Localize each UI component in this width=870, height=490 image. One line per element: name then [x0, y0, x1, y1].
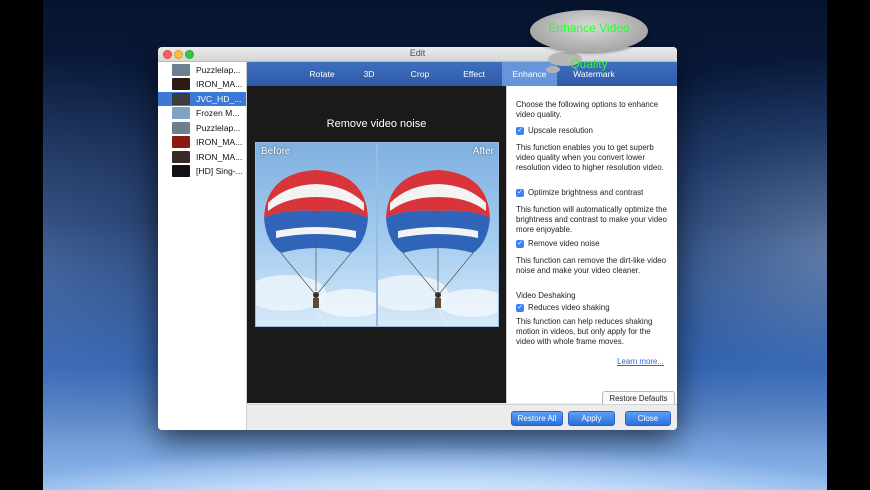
- preview-pane: Remove video noise Before After: [247, 86, 506, 403]
- video-thumbnail: [172, 78, 190, 91]
- callout-tail: [546, 66, 560, 73]
- deshake-label: Reduces video shaking: [528, 303, 610, 312]
- noise-label: Remove video noise: [528, 239, 600, 248]
- brightness-label: Optimize brightness and contrast: [528, 188, 644, 197]
- letterbox-left: [0, 0, 43, 490]
- video-thumbnail: [172, 165, 190, 178]
- video-thumbnail: [172, 63, 190, 76]
- upscale-description: This function enables you to get superb …: [516, 143, 664, 173]
- video-thumbnail: [172, 121, 190, 134]
- intro-text: Choose the following options to enhance …: [516, 100, 659, 120]
- file-item[interactable]: Frozen M...: [158, 106, 246, 121]
- tab-3d[interactable]: 3D: [349, 62, 389, 86]
- deshake-heading: Video Deshaking: [516, 291, 576, 300]
- tab-crop[interactable]: Crop: [395, 62, 445, 86]
- before-label: Before: [261, 146, 291, 157]
- file-name: Puzzlelap...: [196, 122, 241, 133]
- file-item[interactable]: IRON_MA...: [158, 77, 246, 92]
- enhance-callout: Enhance Video Quality: [530, 10, 648, 71]
- file-name: IRON_MA...: [196, 137, 243, 148]
- brightness-description: This function will automatically optimiz…: [516, 205, 667, 235]
- file-name: IRON_MA...: [196, 151, 243, 162]
- enhance-options-panel: Choose the following options to enhance …: [506, 86, 677, 406]
- noise-description: This function can remove the dirt-like v…: [516, 256, 666, 276]
- video-thumbnail: [172, 107, 190, 120]
- restore-all-button[interactable]: Restore All: [511, 411, 563, 426]
- deshake-description: This function can help reduces shaking m…: [516, 317, 653, 347]
- file-name: Puzzlelap...: [196, 64, 241, 75]
- edit-window: Edit Puzzlelap... IRON_MA... JVC_HD_... …: [158, 47, 677, 430]
- file-name: IRON_MA...: [196, 79, 243, 90]
- upscale-checkbox[interactable]: ✓: [516, 127, 524, 136]
- letterbox-right: [827, 0, 870, 490]
- noise-option[interactable]: ✓ Remove video noise: [516, 239, 670, 249]
- tab-rotate[interactable]: Rotate: [297, 62, 347, 86]
- file-name: [HD] Sing-...: [196, 166, 243, 177]
- file-item[interactable]: IRON_MA...: [158, 135, 246, 150]
- file-list: Puzzlelap... IRON_MA... JVC_HD_... Froze…: [158, 62, 247, 430]
- file-item[interactable]: [HD] Sing-...: [158, 164, 246, 179]
- deshake-option[interactable]: ✓ Reduces video shaking: [516, 303, 670, 313]
- after-label: After: [472, 146, 494, 157]
- noise-checkbox[interactable]: ✓: [516, 240, 524, 249]
- file-item[interactable]: Puzzlelap...: [158, 63, 246, 78]
- file-name: Frozen M...: [196, 108, 240, 119]
- after-preview: After: [377, 142, 499, 327]
- tab-effect[interactable]: Effect: [450, 62, 498, 86]
- preview-title: Remove video noise: [326, 118, 427, 130]
- file-item[interactable]: Puzzlelap...: [158, 121, 246, 136]
- close-button[interactable]: Close: [625, 411, 671, 426]
- file-name: JVC_HD_...: [196, 93, 242, 104]
- edit-tab-bar: Rotate 3D Crop Effect Enhance Watermark: [247, 62, 677, 86]
- apply-button[interactable]: Apply: [568, 411, 615, 426]
- video-thumbnail: [172, 92, 190, 105]
- bottom-bar: Restore All Apply Close: [247, 404, 677, 430]
- upscale-label: Upscale resolution: [528, 126, 593, 135]
- video-thumbnail: [172, 136, 190, 149]
- learn-more-link[interactable]: Learn more...: [617, 357, 664, 367]
- parasail-image: [256, 170, 376, 326]
- file-item[interactable]: IRON_MA...: [158, 150, 246, 165]
- brightness-checkbox[interactable]: ✓: [516, 189, 524, 198]
- before-preview: Before: [255, 142, 377, 327]
- video-thumbnail: [172, 150, 190, 163]
- parasail-image: [378, 170, 498, 326]
- brightness-option[interactable]: ✓ Optimize brightness and contrast: [516, 188, 670, 198]
- upscale-option[interactable]: ✓ Upscale resolution: [516, 126, 670, 136]
- deshake-checkbox[interactable]: ✓: [516, 304, 524, 313]
- file-item-selected[interactable]: JVC_HD_...: [158, 91, 246, 106]
